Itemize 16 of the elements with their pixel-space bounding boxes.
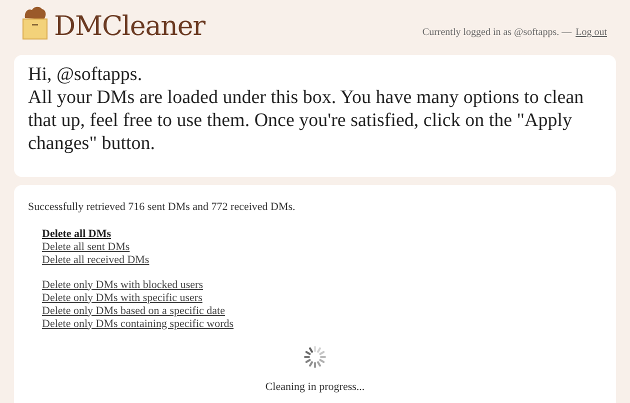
delete-option-link[interactable]: Delete only DMs based on a specific date xyxy=(42,304,225,318)
delete-option-link[interactable]: Delete only DMs with specific users xyxy=(42,292,202,304)
delete-option-link[interactable]: Delete only DMs containing specific words xyxy=(42,318,234,330)
app-logo-title: DMCleaner xyxy=(54,13,205,40)
box-logo-icon xyxy=(22,6,48,40)
progress-text: Cleaning in progress... xyxy=(265,380,365,394)
logout-link[interactable]: Log out xyxy=(576,25,607,40)
intro-text: Hi, @softapps. xyxy=(28,63,144,86)
delete-option-link[interactable]: Delete all received DMs xyxy=(42,254,150,266)
intro-text: All your DMs are loaded under this box. You have many options to clean that up, feel free to use them. Once you're satisfied, click on the "Apply changes" button. xyxy=(28,86,585,155)
delete-option-link[interactable]: Delete only DMs with blocked users xyxy=(42,278,203,292)
login-status-text: Currently logged in as @softapps. — xyxy=(422,26,572,40)
delete-option-link[interactable]: Delete all DMs xyxy=(42,228,112,240)
status-text: Successfully retrieved 716 sent DMs and 772 received DMs. xyxy=(28,200,296,215)
loading-spinner-icon xyxy=(303,344,327,368)
delete-option-link[interactable]: Delete all sent DMs xyxy=(42,240,130,254)
